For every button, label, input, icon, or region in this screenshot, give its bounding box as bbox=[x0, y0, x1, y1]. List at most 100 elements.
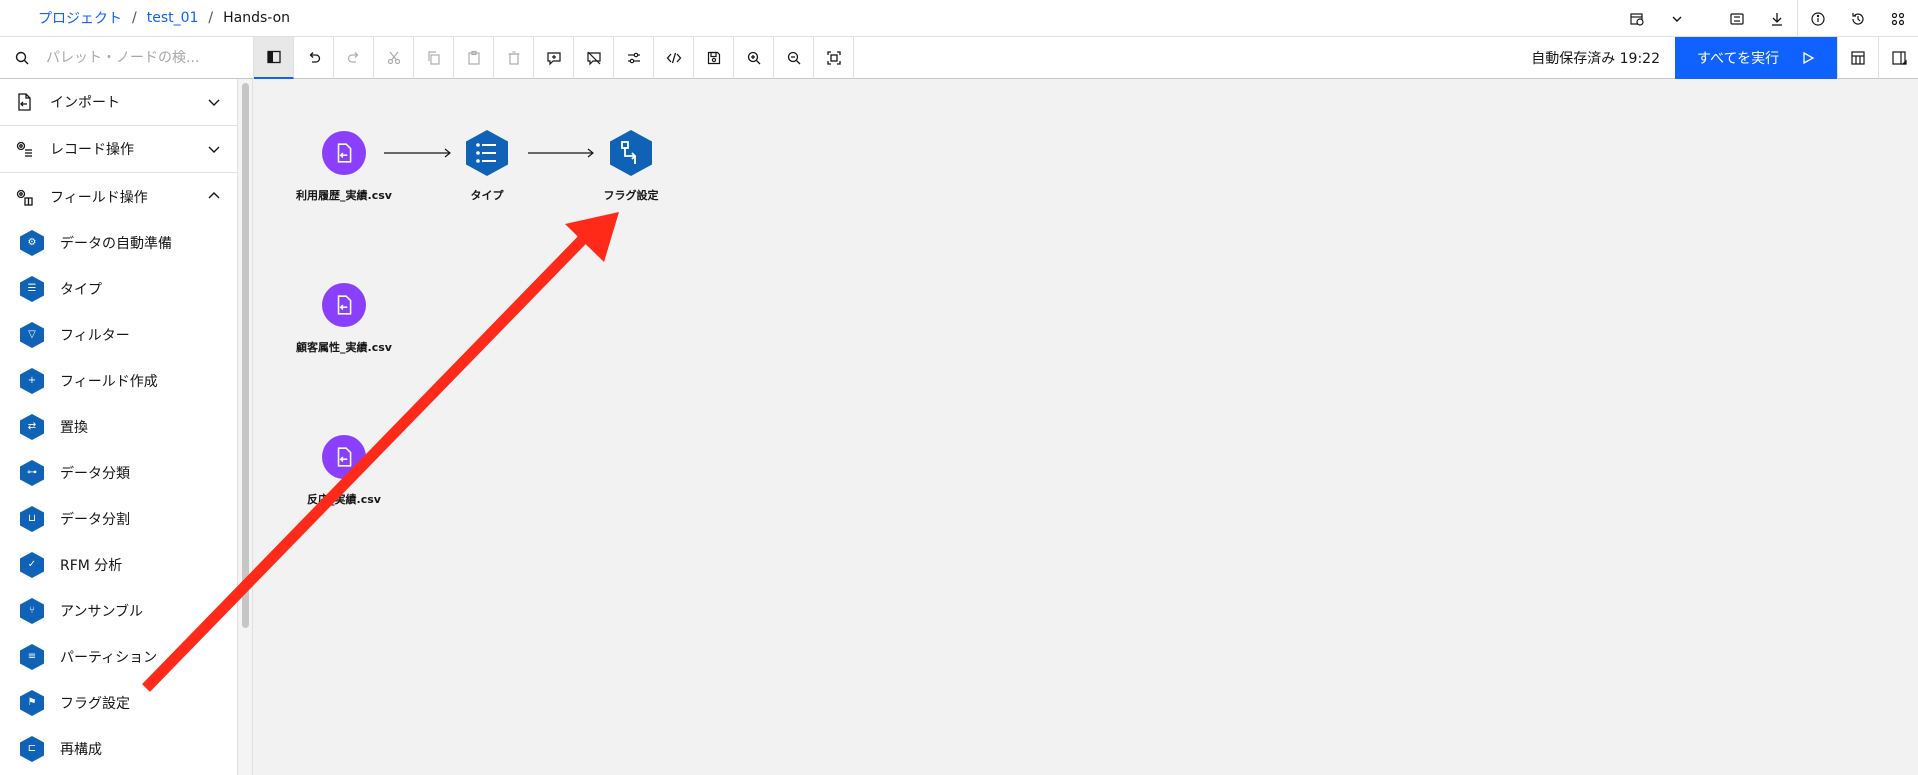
ensemble-icon: ⑂ bbox=[20, 598, 44, 624]
paste-icon bbox=[467, 50, 480, 65]
add-comment-button[interactable] bbox=[534, 36, 574, 79]
copy-button[interactable] bbox=[414, 36, 454, 79]
undo-button[interactable] bbox=[294, 36, 334, 79]
import-icon bbox=[18, 93, 31, 111]
palette-node-label: 再構成 bbox=[60, 742, 102, 758]
node-label: フラグ設定 bbox=[603, 189, 659, 202]
cut-button[interactable] bbox=[374, 36, 414, 79]
palette-node-ensemble[interactable]: ⑂ アンサンブル bbox=[0, 588, 237, 634]
delete-button[interactable] bbox=[494, 36, 534, 79]
category-import[interactable]: インポート bbox=[0, 79, 237, 126]
canvas-node-type[interactable]: タイプ bbox=[437, 130, 537, 204]
type-node-icon bbox=[465, 130, 509, 176]
rfm-icon: ✓ bbox=[20, 552, 44, 578]
palette-node-auto-data-prep[interactable]: ⚙ データの自動準備 bbox=[0, 220, 237, 266]
chevron-down-icon bbox=[208, 146, 220, 153]
header-actions bbox=[1617, 0, 1918, 37]
palette-node-label: RFM 分析 bbox=[60, 558, 123, 574]
import-node-icon bbox=[322, 131, 366, 175]
code-icon bbox=[666, 52, 681, 63]
outputs-button[interactable] bbox=[1837, 37, 1877, 79]
autosave-status: 自動保存済み 19:22 bbox=[1531, 51, 1660, 67]
palette-node-label: データの自動準備 bbox=[60, 236, 172, 252]
palette-node-partition[interactable]: ≡ パーティション bbox=[0, 634, 237, 680]
category-field-ops[interactable]: フィールド操作 bbox=[0, 173, 237, 220]
canvas-node-set-flag[interactable]: フラグ設定 bbox=[581, 130, 681, 204]
palette-node-binning[interactable]: ⊶ データ分類 bbox=[0, 450, 237, 496]
toggle-palette-button[interactable] bbox=[254, 36, 294, 79]
runtime-icon[interactable] bbox=[1617, 0, 1657, 37]
field-ops-icon bbox=[16, 189, 33, 206]
flow-canvas[interactable]: 利用履歴_実績.csv タイプ フラグ設定 顧客属性_実績.csv 反応_実績.… bbox=[253, 79, 1918, 775]
node-label: 顧客属性_実績.csv bbox=[296, 341, 392, 354]
side-panel-button[interactable] bbox=[1878, 37, 1918, 79]
breadcrumb-separator: / bbox=[208, 10, 214, 26]
palette-search bbox=[0, 36, 254, 79]
bucket-icon: ⊔ bbox=[20, 506, 44, 532]
comment-icon bbox=[546, 51, 561, 65]
play-icon bbox=[1803, 51, 1815, 65]
palette-node-restructure[interactable]: ⊏ 再構成 bbox=[0, 726, 237, 772]
breadcrumb-flow-link[interactable]: test_01 bbox=[147, 10, 199, 26]
import-node-icon bbox=[322, 435, 366, 479]
palette-node-filter[interactable]: ▽ フィルター bbox=[0, 312, 237, 358]
trash-icon bbox=[508, 50, 519, 65]
code-button[interactable] bbox=[654, 36, 694, 79]
hide-comments-button[interactable] bbox=[574, 36, 614, 79]
redo-icon bbox=[347, 51, 358, 63]
fit-screen-icon bbox=[826, 50, 841, 65]
palette-node-derive[interactable]: + フィールド作成 bbox=[0, 358, 237, 404]
palette-node-label: パーティション bbox=[60, 650, 158, 666]
record-ops-icon bbox=[16, 141, 32, 157]
chevron-up-icon bbox=[208, 192, 220, 199]
node-label: タイプ bbox=[470, 189, 504, 202]
toolbar: 自動保存済み 19:22 すべてを実行 bbox=[0, 36, 1918, 79]
category-label: インポート bbox=[50, 95, 120, 111]
palette-scrollbar[interactable] bbox=[242, 83, 249, 628]
save-button[interactable] bbox=[694, 36, 734, 79]
breadcrumb-current: Hands-on bbox=[223, 10, 291, 26]
derive-icon: + bbox=[20, 368, 44, 394]
run-all-button[interactable]: すべてを実行 bbox=[1675, 37, 1837, 79]
flow-properties-button[interactable] bbox=[614, 36, 654, 79]
app-header: プロジェクト / test_01 / Hands-on bbox=[0, 0, 1918, 37]
palette-node-label: データ分類 bbox=[60, 466, 130, 482]
palette-node-set-flag[interactable]: ⚑ フラグ設定 bbox=[0, 680, 237, 726]
category-record-ops[interactable]: レコード操作 bbox=[0, 126, 237, 173]
canvas-node-usage-history[interactable]: 利用履歴_実績.csv bbox=[294, 131, 394, 204]
palette-node-label: データ分割 bbox=[60, 512, 130, 528]
canvas-node-response[interactable]: 反応_実績.csv bbox=[294, 435, 394, 508]
node-label: 利用履歴_実績.csv bbox=[296, 189, 392, 202]
info-icon[interactable] bbox=[1798, 0, 1838, 37]
palette-node-label: アンサンブル bbox=[60, 604, 144, 620]
zoom-in-button[interactable] bbox=[734, 36, 774, 79]
search-input[interactable] bbox=[46, 49, 226, 66]
copy-icon bbox=[427, 50, 440, 65]
zoom-out-button[interactable] bbox=[774, 36, 814, 79]
partition-icon: ≡ bbox=[20, 644, 44, 670]
chevron-down-icon[interactable] bbox=[1657, 0, 1697, 37]
palette-node-type[interactable]: ☰ タイプ bbox=[0, 266, 237, 312]
apps-icon[interactable] bbox=[1878, 0, 1918, 37]
sidebar-toggle-icon bbox=[266, 50, 281, 63]
history-icon[interactable] bbox=[1838, 0, 1878, 37]
palette-node-rfm[interactable]: ✓ RFM 分析 bbox=[0, 542, 237, 588]
node-palette: インポート レコード操作 フィールド操作 ⚙ データの自動準備 ☰ タイプ ▽ … bbox=[0, 79, 238, 775]
node-label: 反応_実績.csv bbox=[307, 493, 381, 506]
paste-button[interactable] bbox=[454, 36, 494, 79]
download-icon[interactable] bbox=[1757, 0, 1797, 37]
zoom-out-icon bbox=[787, 51, 800, 64]
breadcrumb-project-link[interactable]: プロジェクト bbox=[38, 8, 122, 28]
flag-icon: ⚑ bbox=[20, 690, 44, 716]
settings-panel-icon[interactable] bbox=[1717, 0, 1757, 37]
palette-node-replace[interactable]: ⇄ 置換 bbox=[0, 404, 237, 450]
fit-to-screen-button[interactable] bbox=[814, 36, 854, 79]
scissors-icon bbox=[387, 51, 400, 64]
palette-node-data-split[interactable]: ⊔ データ分割 bbox=[0, 496, 237, 542]
gear-icon: ⚙ bbox=[20, 230, 44, 256]
redo-button[interactable] bbox=[334, 36, 374, 79]
canvas-node-customer-attributes[interactable]: 顧客属性_実績.csv bbox=[294, 283, 394, 356]
palette-node-label: タイプ bbox=[60, 282, 102, 298]
zoom-in-icon bbox=[747, 51, 760, 64]
